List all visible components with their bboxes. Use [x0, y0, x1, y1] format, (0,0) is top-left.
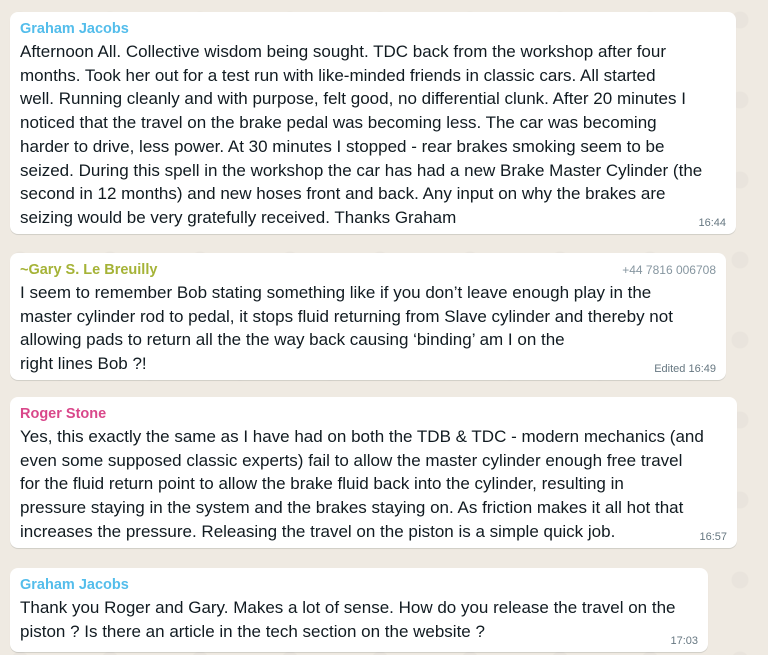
sender-name[interactable]: Roger Stone: [20, 405, 727, 423]
message-text: I seem to remember Bob stating something…: [20, 283, 673, 374]
message-time: 16:44: [698, 217, 726, 229]
message-bubble[interactable]: Roger Stone Yes, this exactly the same a…: [10, 397, 737, 548]
message-time: 16:57: [699, 531, 727, 543]
message-text: Afternoon All. Collective wisdom being s…: [20, 42, 703, 227]
sender-name[interactable]: Graham Jacobs: [20, 576, 698, 594]
message-text: Yes, this exactly the same as I have had…: [20, 427, 704, 541]
sender-name[interactable]: ~Gary S. Le Breuilly +44 7816 006708: [20, 261, 716, 279]
message-bubble[interactable]: Graham Jacobs Thank you Roger and Gary. …: [10, 568, 708, 652]
message-text: Thank you Roger and Gary. Makes a lot of…: [20, 598, 676, 641]
message-time: 17:03: [670, 635, 698, 647]
message-bubble[interactable]: Graham Jacobs Afternoon All. Collective …: [10, 12, 736, 234]
sender-phone: +44 7816 006708: [622, 263, 716, 277]
sender-name-text: ~Gary S. Le Breuilly: [20, 262, 158, 278]
sender-name[interactable]: Graham Jacobs: [20, 20, 726, 38]
message-bubble[interactable]: ~Gary S. Le Breuilly +44 7816 006708 I s…: [10, 253, 726, 380]
message-time: Edited 16:49: [654, 363, 716, 375]
